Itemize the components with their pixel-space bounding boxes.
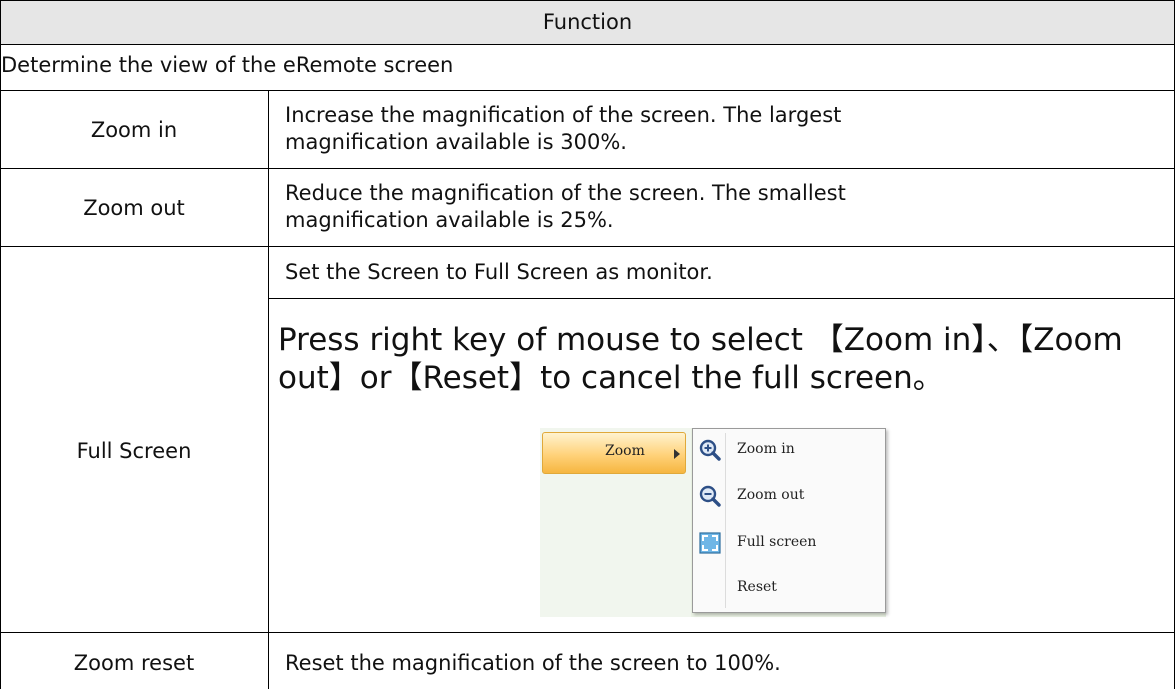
zoom-submenu: Zoom in Zoom out Full screen Reset bbox=[692, 428, 886, 613]
row-name-zoom-out: Zoom out bbox=[83, 196, 185, 220]
row-desc-zoom-in: Increase the magnification of the screen… bbox=[285, 103, 842, 154]
zoom-in-icon bbox=[699, 439, 721, 461]
submenu-label: Reset bbox=[737, 579, 777, 595]
submenu-label: Full screen bbox=[737, 534, 817, 550]
menu-item-zoom[interactable]: Zoom bbox=[542, 432, 686, 474]
submenu-item-zoom-out[interactable]: Zoom out bbox=[693, 477, 885, 515]
table-border bbox=[0, 246, 1175, 247]
table-border bbox=[0, 0, 1, 689]
context-menu-screenshot: Zoom Zoom in Zoom out Full screen Reset bbox=[540, 428, 886, 617]
submenu-item-zoom-in[interactable]: Zoom in bbox=[693, 431, 885, 469]
table-border bbox=[0, 44, 1175, 45]
table-border bbox=[0, 168, 1175, 169]
table-border bbox=[0, 0, 1175, 1]
row-name-full-screen: Full Screen bbox=[76, 439, 192, 463]
row-name-zoom-in: Zoom in bbox=[90, 118, 178, 142]
row-note-full-screen: Press right key of mouse to select 【Zoom… bbox=[278, 322, 1123, 396]
table-border bbox=[268, 298, 1175, 299]
table-border bbox=[268, 90, 269, 689]
submenu-item-reset[interactable]: Reset bbox=[693, 569, 885, 607]
row-desc-zoom-reset: Reset the magnification of the screen to… bbox=[285, 651, 781, 675]
submenu-arrow-icon bbox=[674, 449, 680, 459]
table-border bbox=[1174, 0, 1175, 689]
zoom-out-icon bbox=[699, 485, 721, 507]
menu-item-zoom-label: Zoom bbox=[605, 443, 645, 459]
submenu-label: Zoom in bbox=[737, 441, 795, 457]
row-desc-full-screen: Set the Screen to Full Screen as monitor… bbox=[285, 260, 713, 284]
header-label: Function bbox=[542, 10, 633, 34]
full-screen-icon bbox=[699, 532, 721, 554]
row-desc-zoom-out: Reduce the magnification of the screen. … bbox=[285, 181, 846, 232]
row-name-zoom-reset: Zoom reset bbox=[73, 651, 195, 675]
context-menu-main: Zoom bbox=[540, 428, 691, 617]
table-border bbox=[0, 632, 1175, 633]
submenu-item-full-screen[interactable]: Full screen bbox=[693, 524, 885, 562]
table-border bbox=[0, 90, 1175, 91]
function-table: Function Determine the view of the eRemo… bbox=[0, 0, 1175, 689]
submenu-label: Zoom out bbox=[737, 487, 805, 503]
table-subheader: Determine the view of the eRemote screen bbox=[1, 53, 454, 77]
